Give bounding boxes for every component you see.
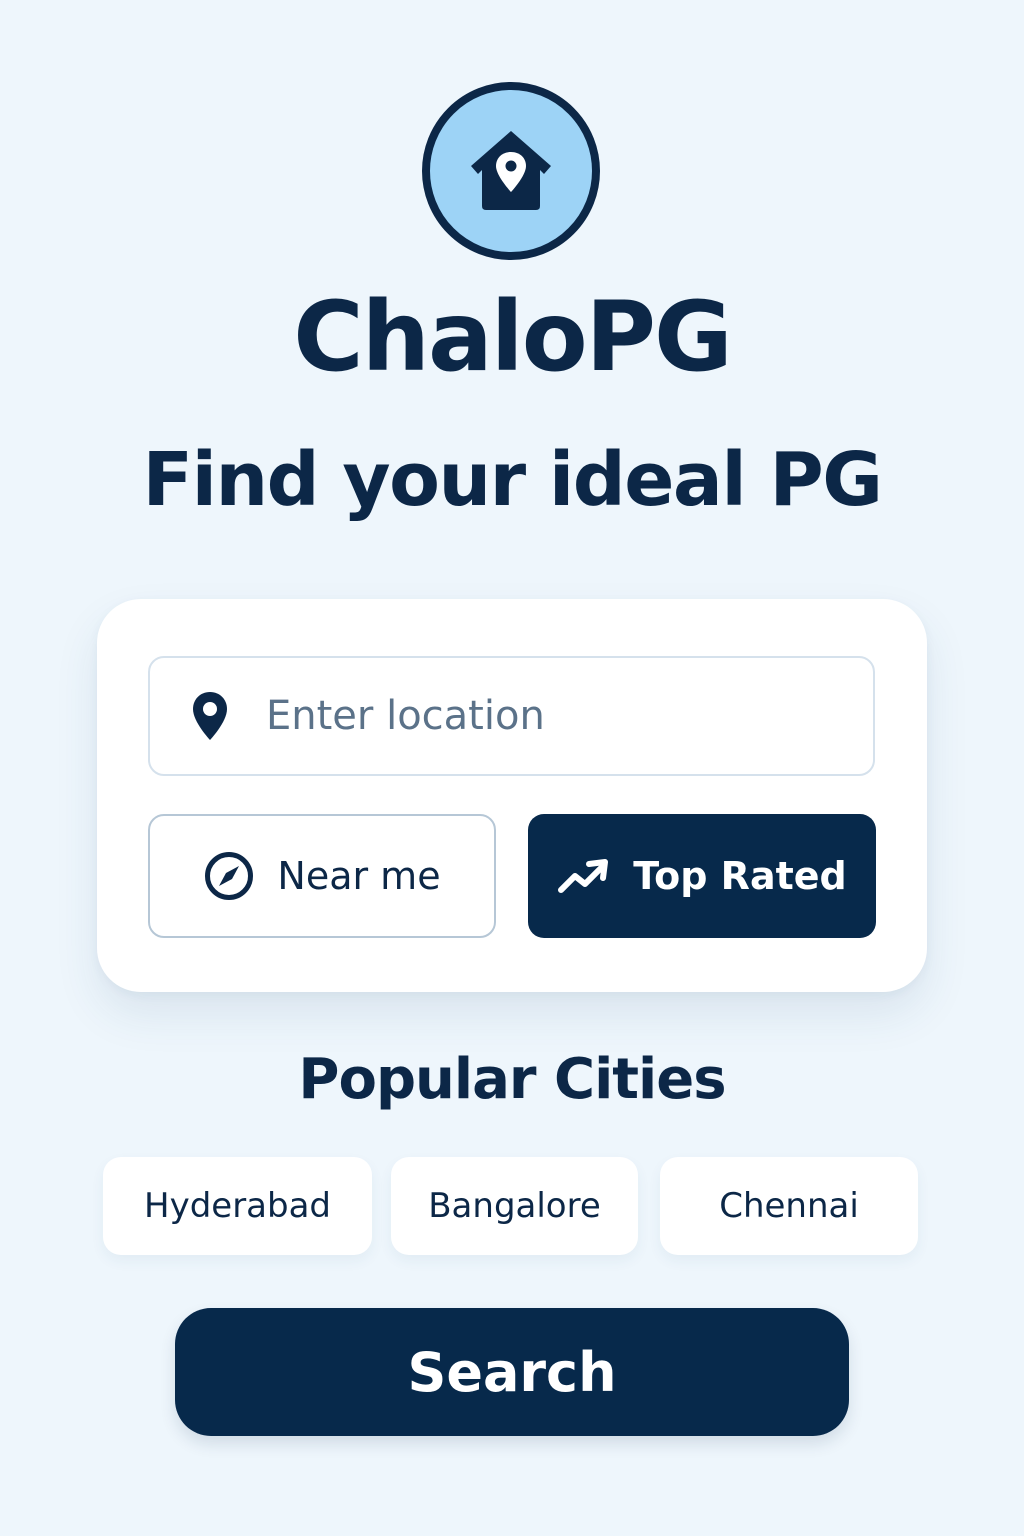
location-input[interactable] <box>264 692 828 740</box>
city-chip-bangalore[interactable]: Bangalore <box>391 1157 638 1255</box>
top-rated-button[interactable]: Top Rated <box>528 814 876 938</box>
popular-cities-title: Popular Cities <box>298 1047 726 1112</box>
city-chip-hyderabad[interactable]: Hyderabad <box>103 1157 372 1255</box>
near-me-button[interactable]: Near me <box>148 814 496 938</box>
top-rated-label: Top Rated <box>633 854 847 898</box>
brand-name: ChaloPG <box>293 281 733 393</box>
compass-icon <box>203 850 255 902</box>
app-logo <box>422 82 600 260</box>
house-pin-icon <box>471 131 551 210</box>
page-headline: Find your ideal PG <box>142 437 883 523</box>
search-card: Near me Top Rated <box>97 599 927 992</box>
location-field[interactable] <box>148 656 875 776</box>
city-chip-chennai[interactable]: Chennai <box>660 1157 918 1255</box>
near-me-label: Near me <box>277 854 441 898</box>
map-pin-icon <box>186 690 234 742</box>
trending-up-icon <box>557 856 611 896</box>
search-button[interactable]: Search <box>175 1308 849 1436</box>
